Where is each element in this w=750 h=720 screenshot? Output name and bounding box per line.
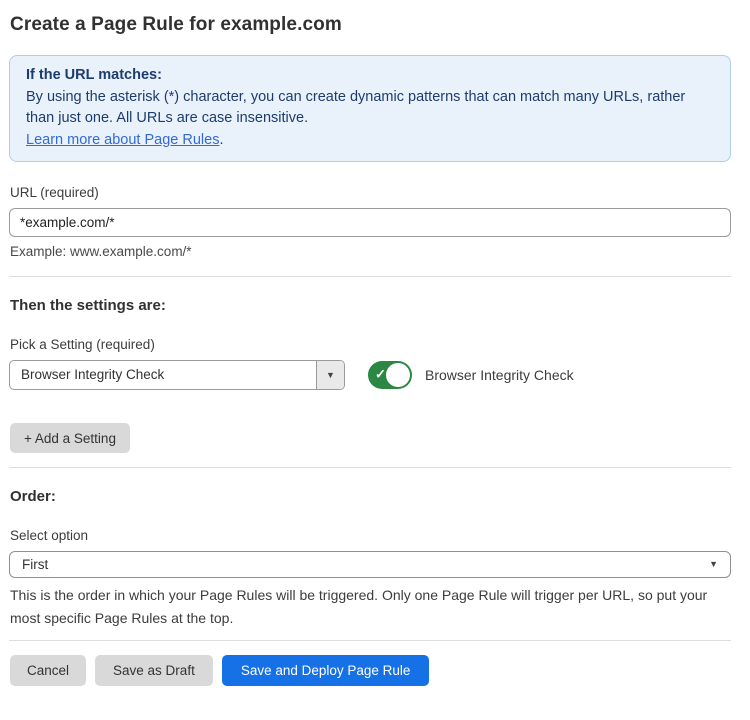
footer-actions: Cancel Save as Draft Save and Deploy Pag… (10, 655, 731, 686)
url-helper: Example: www.example.com/* (10, 244, 731, 259)
info-box-heading: If the URL matches: (26, 65, 714, 87)
toggle-label: Browser Integrity Check (425, 367, 574, 383)
browser-integrity-toggle[interactable]: ✓ (368, 361, 412, 389)
divider (9, 640, 731, 641)
info-box-body: By using the asterisk (*) character, you… (26, 87, 714, 130)
order-helper: This is the order in which your Page Rul… (10, 584, 731, 630)
chevron-down-icon: ▼ (709, 560, 718, 569)
check-icon: ✓ (375, 367, 386, 383)
page-rule-form: Create a Page Rule for example.com If th… (0, 0, 750, 686)
url-matches-info-box: If the URL matches: By using the asteris… (9, 55, 731, 162)
learn-more-link[interactable]: Learn more about Page Rules (26, 132, 219, 148)
divider (9, 276, 731, 277)
url-input[interactable] (9, 208, 731, 237)
chevron-down-icon: ▼ (326, 371, 335, 380)
pick-setting-label: Pick a Setting (required) (10, 337, 731, 352)
order-select-value: First (22, 557, 48, 572)
url-label: URL (required) (10, 185, 731, 200)
link-suffix: . (219, 132, 223, 148)
cancel-button[interactable]: Cancel (10, 655, 86, 686)
add-setting-button[interactable]: + Add a Setting (10, 423, 130, 453)
order-select[interactable]: First ▼ (9, 551, 731, 578)
setting-select[interactable]: Browser Integrity Check ▼ (9, 360, 345, 390)
divider (9, 467, 731, 468)
toggle-knob (386, 363, 410, 387)
select-option-label: Select option (10, 528, 731, 543)
setting-row: Browser Integrity Check ▼ ✓ Browser Inte… (9, 360, 731, 390)
save-as-draft-button[interactable]: Save as Draft (95, 655, 213, 686)
order-heading: Order: (10, 488, 731, 505)
setting-select-value: Browser Integrity Check (10, 361, 316, 389)
setting-select-arrow-button[interactable]: ▼ (316, 361, 344, 389)
save-and-deploy-button[interactable]: Save and Deploy Page Rule (222, 655, 430, 686)
info-box-link-line: Learn more about Page Rules. (26, 130, 714, 152)
settings-heading: Then the settings are: (10, 297, 731, 314)
page-title: Create a Page Rule for example.com (10, 14, 731, 36)
